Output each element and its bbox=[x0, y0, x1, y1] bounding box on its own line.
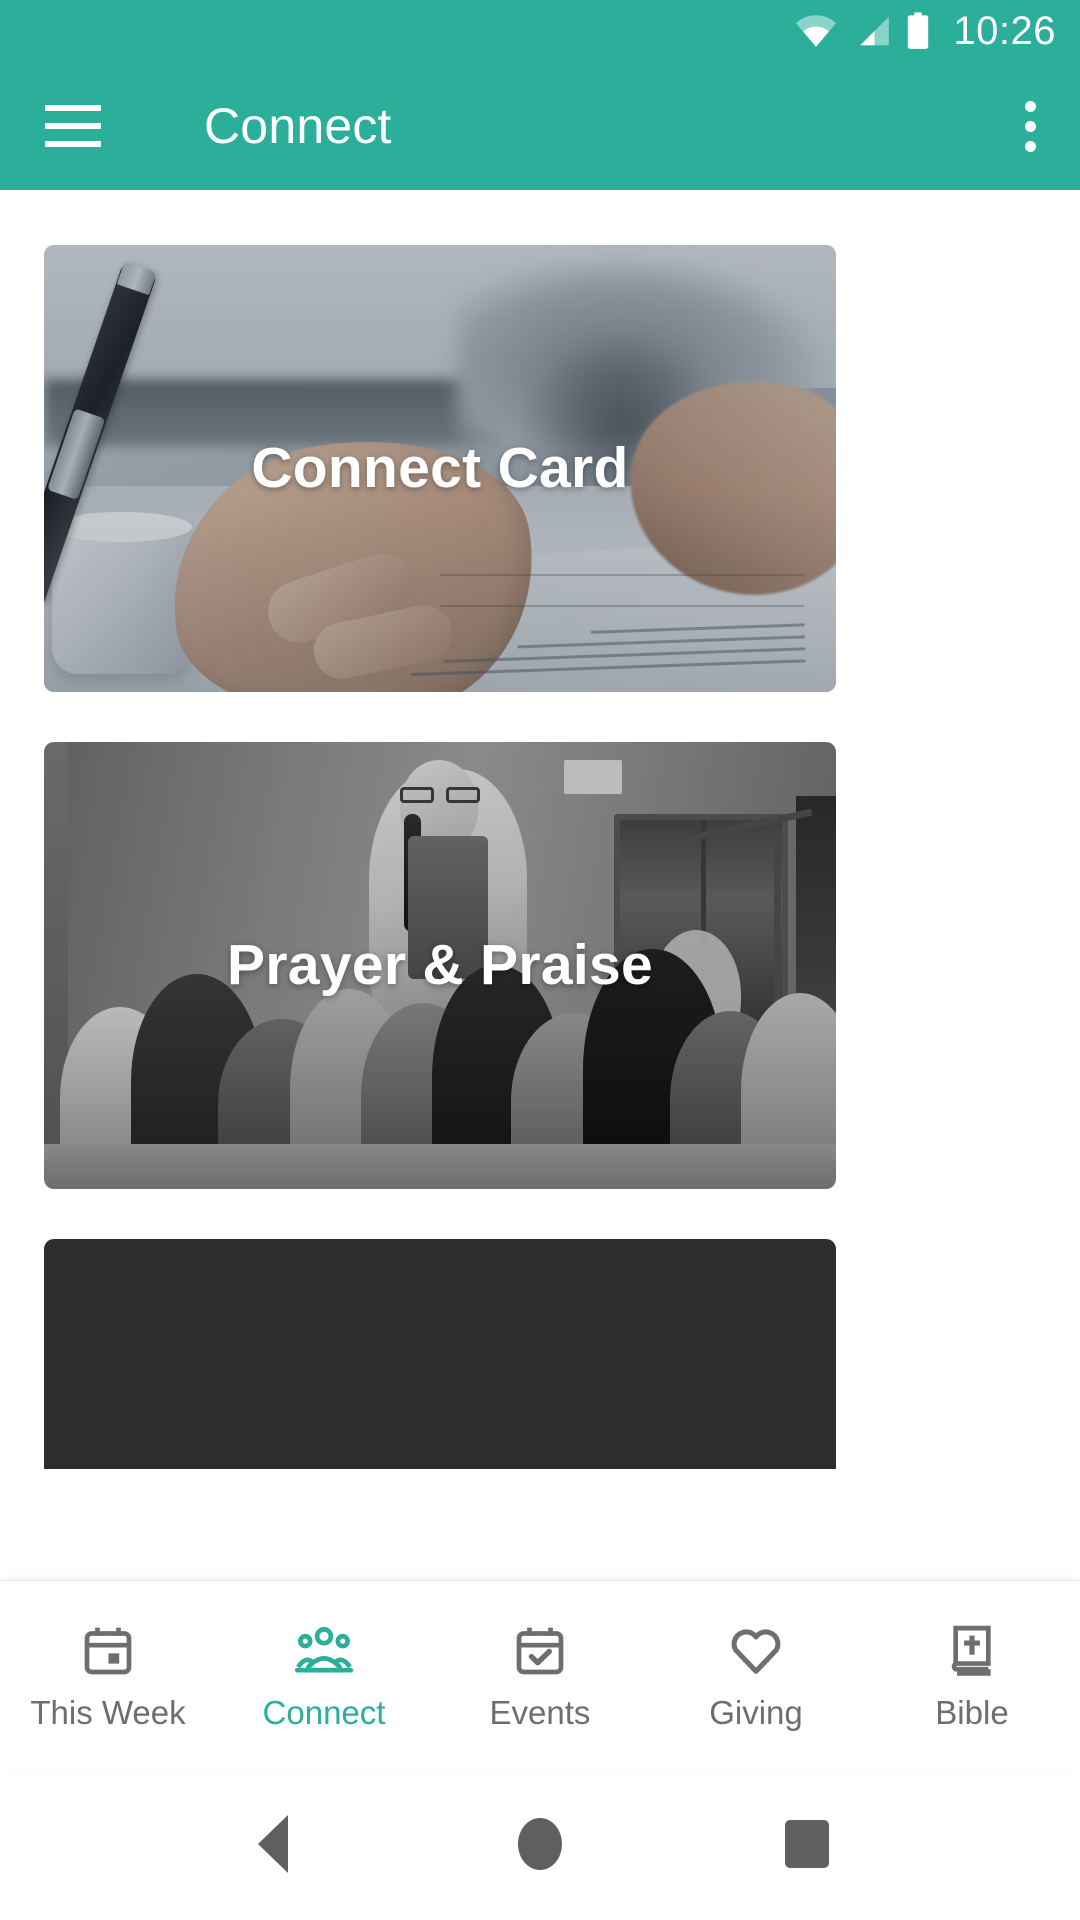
tab-label: Connect bbox=[262, 1694, 386, 1731]
card-list[interactable]: Connect Card Prayer & Praise bbox=[0, 190, 1080, 1580]
tab-label: Events bbox=[489, 1694, 591, 1731]
card-label: Prayer & Praise bbox=[227, 933, 653, 997]
app-root: 10:26 Connect Connect Card Prayer & Prai… bbox=[0, 0, 1080, 1920]
home-circle-icon[interactable] bbox=[505, 1809, 575, 1879]
heart-icon bbox=[725, 1620, 787, 1682]
calendar-icon bbox=[77, 1620, 139, 1682]
card-label: Connect Card bbox=[251, 436, 629, 500]
android-system-nav bbox=[0, 1768, 1080, 1920]
bottom-tab-bar: This Week Connect Events Giving Bible bbox=[0, 1580, 1080, 1768]
wifi-icon bbox=[795, 15, 837, 47]
battery-icon bbox=[905, 12, 931, 50]
tab-label: Giving bbox=[709, 1694, 803, 1731]
recents-square-icon[interactable] bbox=[772, 1809, 842, 1879]
tab-connect[interactable]: Connect bbox=[216, 1581, 432, 1768]
tab-label: Bible bbox=[935, 1694, 1009, 1731]
card-prayer-and-praise[interactable]: Prayer & Praise bbox=[44, 742, 836, 1189]
cellular-signal-icon bbox=[851, 15, 891, 47]
status-bar: 10:26 bbox=[0, 0, 1080, 62]
tab-label: This Week bbox=[30, 1694, 186, 1731]
tab-this-week[interactable]: This Week bbox=[0, 1581, 216, 1768]
tab-events[interactable]: Events bbox=[432, 1581, 648, 1768]
card-connect-card[interactable]: Connect Card bbox=[44, 245, 836, 692]
card-placeholder[interactable] bbox=[44, 1239, 836, 1469]
page-title: Connect bbox=[204, 98, 392, 154]
calendar-check-icon bbox=[509, 1620, 571, 1682]
people-group-icon bbox=[293, 1620, 355, 1682]
back-triangle-icon[interactable] bbox=[238, 1809, 308, 1879]
hamburger-menu-icon[interactable] bbox=[45, 105, 101, 147]
app-bar: Connect bbox=[0, 62, 1080, 190]
tab-giving[interactable]: Giving bbox=[648, 1581, 864, 1768]
tab-bible[interactable]: Bible bbox=[864, 1581, 1080, 1768]
overflow-menu-icon[interactable] bbox=[1025, 100, 1036, 152]
bible-book-icon bbox=[941, 1620, 1003, 1682]
status-bar-time: 10:26 bbox=[953, 9, 1056, 53]
